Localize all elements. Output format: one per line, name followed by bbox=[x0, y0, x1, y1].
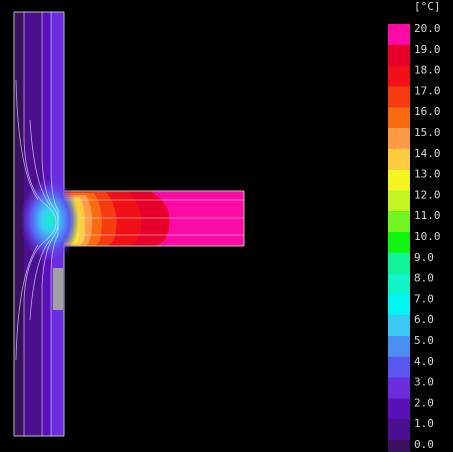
legend-label: 6.0 bbox=[414, 313, 434, 326]
legend-swatch bbox=[388, 315, 410, 337]
legend-label: 19.0 bbox=[414, 43, 441, 56]
legend-label: 17.0 bbox=[414, 84, 441, 97]
legend: [°C] 20.0 19.0 18.0 17.0 16.0 15.0 14.0 13.0 12.… bbox=[388, 0, 441, 452]
legend-swatch bbox=[388, 86, 410, 108]
legend-label: 13.0 bbox=[414, 168, 441, 181]
legend-label: 5.0 bbox=[414, 334, 434, 347]
legend-swatch bbox=[388, 273, 410, 295]
legend-label: 14.0 bbox=[414, 147, 441, 160]
legend-label: 3.0 bbox=[414, 376, 434, 389]
legend-swatch bbox=[388, 232, 410, 253]
legend-label: 10.0 bbox=[414, 230, 441, 243]
insulation-strip bbox=[53, 268, 63, 310]
legend-label: 2.0 bbox=[414, 396, 434, 409]
legend-label: 18.0 bbox=[414, 64, 441, 77]
legend-label: 12.0 bbox=[414, 188, 441, 201]
thermal-bridge-zone bbox=[20, 178, 80, 262]
legend-swatch bbox=[388, 294, 410, 316]
legend-swatch bbox=[388, 169, 410, 191]
legend-label: 1.0 bbox=[414, 417, 434, 430]
legend-swatch bbox=[388, 398, 410, 420]
legend-label: 0.0 bbox=[414, 438, 434, 451]
legend-label: 11.0 bbox=[414, 209, 441, 222]
legend-swatch bbox=[388, 252, 410, 274]
legend-swatch bbox=[388, 336, 410, 357]
legend-swatch bbox=[388, 107, 410, 129]
legend-swatch bbox=[388, 356, 410, 378]
legend-label: 4.0 bbox=[414, 355, 434, 368]
legend-swatch bbox=[388, 211, 410, 233]
legend-swatch bbox=[388, 44, 410, 66]
legend-swatch bbox=[388, 65, 410, 87]
legend-label: 15.0 bbox=[414, 126, 441, 139]
legend-label: 9.0 bbox=[414, 251, 434, 264]
slab bbox=[60, 190, 245, 247]
legend-label: 7.0 bbox=[414, 292, 434, 305]
legend-swatch bbox=[388, 190, 410, 212]
legend-label: 20.0 bbox=[414, 22, 441, 35]
legend-swatch bbox=[388, 377, 410, 399]
legend-swatch bbox=[388, 24, 410, 45]
legend-swatch bbox=[388, 128, 410, 149]
legend-unit: [°C] bbox=[414, 0, 441, 13]
legend-swatch bbox=[388, 440, 410, 452]
legend-label: 16.0 bbox=[414, 105, 441, 118]
thermal-diagram: [°C] 20.0 19.0 18.0 17.0 16.0 15.0 14.0 13.0 12.… bbox=[13, 0, 441, 452]
legend-swatch bbox=[388, 419, 410, 441]
legend-swatch bbox=[388, 148, 410, 170]
legend-label: 8.0 bbox=[414, 272, 434, 285]
